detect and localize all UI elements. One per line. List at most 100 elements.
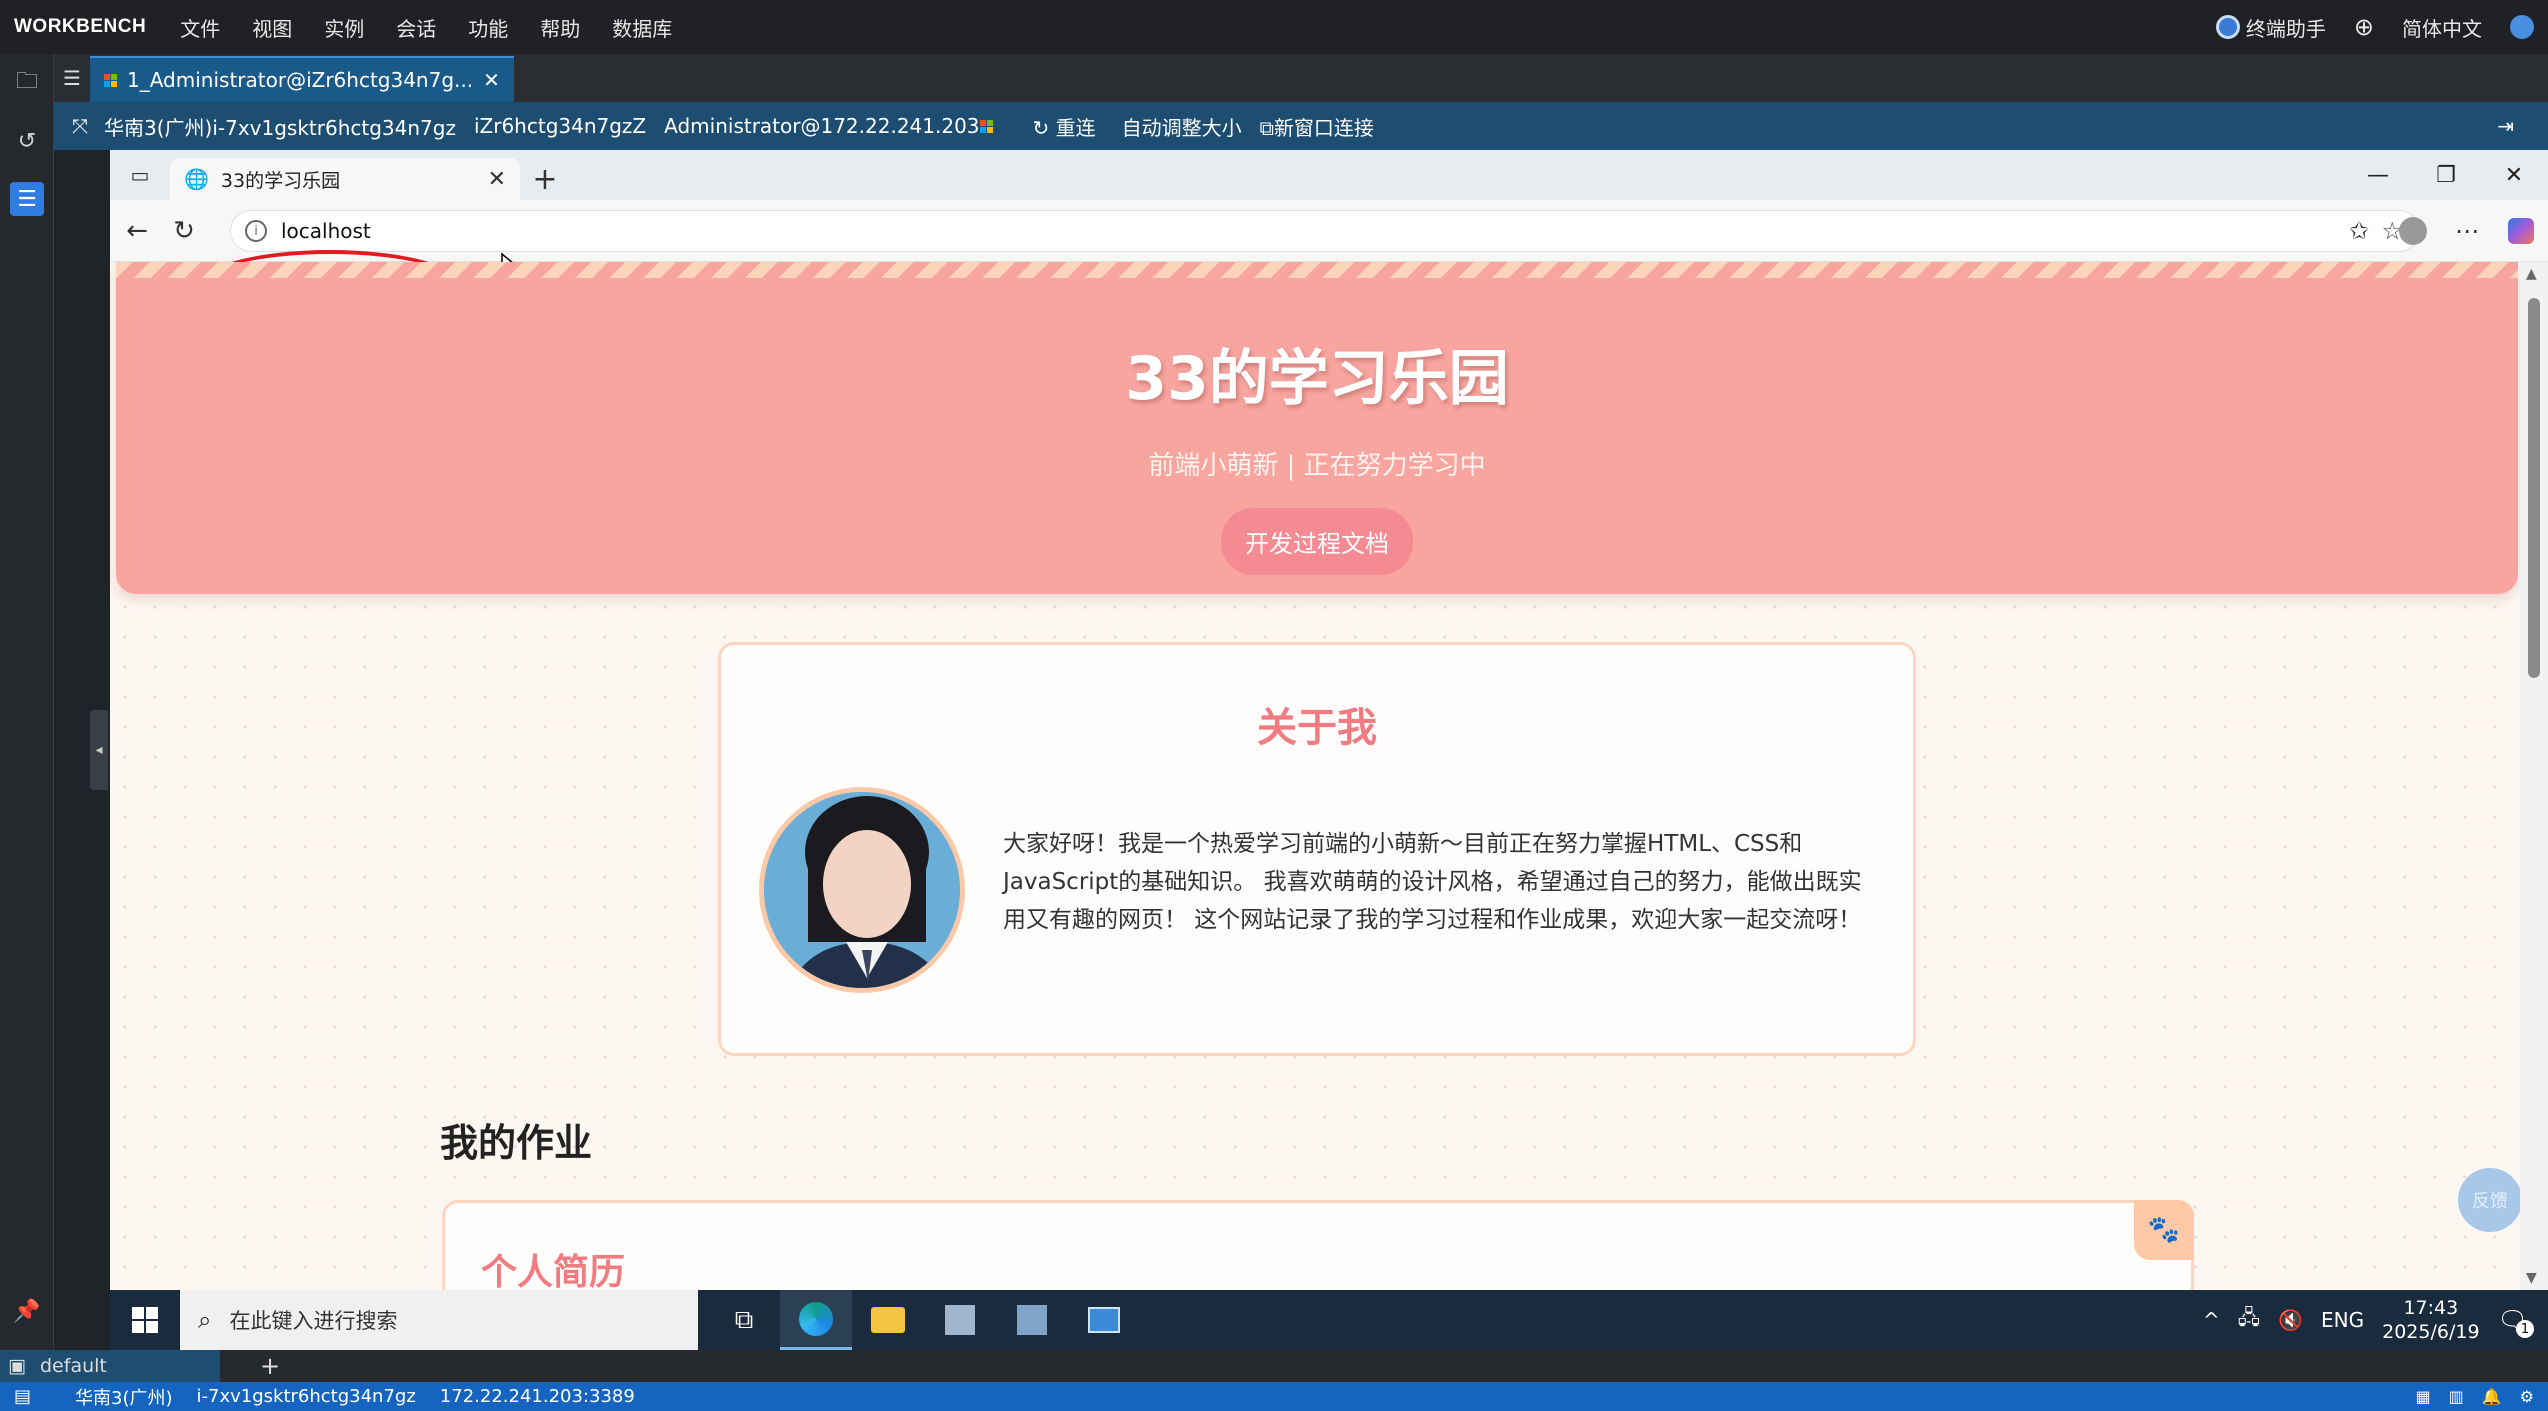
workspace-bar: ▣ default + <box>0 1350 2548 1382</box>
card-title: 个人简历 <box>481 1252 626 1290</box>
close-window-icon[interactable]: ✕ <box>2480 150 2548 200</box>
taskbar-apps: ⧉ <box>708 1290 1140 1350</box>
monitor-icon: ▤ <box>14 1386 32 1407</box>
reconnect-button[interactable]: ↻ 重连 <box>1033 112 1096 141</box>
menu-help[interactable]: 帮助 <box>524 13 596 42</box>
scroll-up-icon[interactable]: ▲ <box>2526 266 2537 282</box>
robot-icon <box>2215 15 2240 39</box>
feedback-button[interactable]: 反馈 <box>2458 1168 2520 1232</box>
grid-icon[interactable]: ▦ <box>2415 1387 2430 1406</box>
menu-instance[interactable]: 实例 <box>308 13 380 42</box>
system-tray: ^ 🖧 🔇 ENG 17:43 2025/6/19 🗨 1 <box>2203 1290 2534 1350</box>
notification-button[interactable]: 🗨 1 <box>2498 1306 2534 1338</box>
new-window-label: 新窗口连接 <box>1273 115 1374 140</box>
language-indicator[interactable]: ENG <box>2321 1308 2364 1332</box>
refresh-button[interactable]: ↻ <box>164 200 204 262</box>
about-card: 关于我 大家好呀！我是一个热爱学习前端的小萌新～目前正在努力掌握HTML、CSS… <box>718 642 1916 1056</box>
chevron-up-icon[interactable]: ^ <box>2203 1308 2220 1332</box>
browser-tab[interactable]: 🌐 33的学习乐园 ✕ <box>170 158 520 200</box>
browser-tab-strip: ▭ 🌐 33的学习乐园 ✕ + — ❐ ✕ <box>110 150 2548 200</box>
hostname: iZr6hctg34n7gzZ <box>473 114 647 138</box>
new-window-button[interactable]: ⧉新窗口连接 <box>1260 112 1374 141</box>
language-label: 简体中文 <box>2402 16 2482 41</box>
back-button[interactable]: ← <box>110 200 164 262</box>
assistant-button[interactable]: 终端助手 <box>2215 13 2326 42</box>
minimize-icon[interactable]: — <box>2344 150 2412 200</box>
favorites-icon[interactable]: ✩ <box>2332 217 2386 245</box>
network-icon[interactable]: 🖧 <box>2238 1303 2260 1337</box>
doc-button[interactable]: 开发过程文档 <box>1221 508 1413 575</box>
menubar-right: 终端助手 ⊕ 简体中文 <box>2215 0 2534 54</box>
rail-pin[interactable]: 📌 <box>0 1282 54 1340</box>
rail-sessions[interactable]: ☰ <box>0 170 54 228</box>
bell-icon[interactable]: 🔔 <box>2482 1387 2502 1406</box>
rail-history[interactable]: ↺ <box>0 112 54 170</box>
restore-icon[interactable]: ❐ <box>2412 150 2480 200</box>
edge-app[interactable] <box>780 1290 852 1350</box>
fullscreen-icon[interactable]: ⤧ <box>72 114 88 138</box>
taskbar-search[interactable]: ⌕ 在此键入进行搜索 <box>180 1290 698 1350</box>
main-menu: 文件 视图 实例 会话 功能 帮助 数据库 <box>164 13 688 42</box>
add-button[interactable]: ⊕ <box>2354 13 2374 41</box>
menu-function[interactable]: 功能 <box>452 13 524 42</box>
about-text: 大家好呀！我是一个热爱学习前端的小萌新～目前正在努力掌握HTML、CSS和Jav… <box>1003 831 1862 933</box>
layout-icon[interactable]: ▥ <box>2449 1387 2464 1406</box>
menu-session[interactable]: 会话 <box>380 13 452 42</box>
language-select[interactable]: 简体中文 <box>2402 13 2482 42</box>
explorer-app[interactable] <box>852 1290 924 1350</box>
tab-list-button[interactable]: ☰ <box>54 54 90 102</box>
about-title: 关于我 <box>1257 705 1377 751</box>
tab-actions-button[interactable]: ▭ <box>110 150 170 200</box>
plus-circle-icon: ⊕ <box>2353 13 2374 41</box>
window-controls: — ❐ ✕ <box>2344 150 2548 200</box>
hero-title: 33的学习乐园 <box>1125 344 1509 414</box>
new-tab-button[interactable]: + <box>520 158 570 200</box>
session-tab[interactable]: 1_Administrator@iZr6hctg34n7g... ✕ <box>90 56 514 102</box>
profile-icon[interactable] <box>2386 217 2440 245</box>
menu-file[interactable]: 文件 <box>164 13 236 42</box>
rail-files[interactable]: 🗀 <box>0 54 54 112</box>
menu-database[interactable]: 数据库 <box>596 13 688 42</box>
more-icon[interactable]: ⋯ <box>2440 217 2494 245</box>
homework-title: 我的作业 <box>440 1121 593 1165</box>
chevron-left-icon: ◂ <box>95 742 103 758</box>
status-address: 172.22.241.203:3389 <box>439 1386 635 1407</box>
exit-icon[interactable]: ⇥ <box>2497 114 2514 138</box>
auto-resize-button[interactable]: 自动调整大小 <box>1122 112 1242 141</box>
user-host: Administrator@172.22.241.203 <box>664 114 980 138</box>
add-workspace-button[interactable]: + <box>260 1352 280 1380</box>
close-tab-icon[interactable]: ✕ <box>488 167 506 192</box>
copilot-icon[interactable] <box>2494 218 2548 244</box>
tools-app[interactable] <box>996 1290 1068 1350</box>
web-page: 33的学习乐园 前端小萌新 | 正在努力学习中 开发过程文档 关于我 大家好呀！… <box>110 262 2520 1290</box>
session-tab-bar: ☰ 1_Administrator@iZr6hctg34n7g... ✕ <box>54 54 2548 102</box>
page-scrollbar[interactable]: ▲ ▼ <box>2520 262 2548 1290</box>
avatar <box>759 787 965 993</box>
start-button[interactable] <box>110 1290 180 1350</box>
scroll-down-icon[interactable]: ▼ <box>2526 1270 2537 1286</box>
refresh-icon: ↻ <box>173 215 195 246</box>
clock[interactable]: 17:43 2025/6/19 <box>2382 1296 2479 1344</box>
url-bar[interactable]: i localhost ☆ <box>230 210 2420 252</box>
close-icon[interactable]: ✕ <box>483 68 500 92</box>
collapse-handle[interactable]: ◂ <box>90 710 108 790</box>
hero-stripe <box>116 262 2518 278</box>
edge-browser-window: ▭ 🌐 33的学习乐园 ✕ + — ❐ ✕ ← ↻ i localhost ☆ … <box>110 150 2548 1290</box>
terminal-icon: ▣ <box>8 1355 26 1377</box>
homework-card[interactable]: 个人简历 🐾 <box>442 1200 2194 1290</box>
server-manager-app[interactable] <box>924 1290 996 1350</box>
workspace-tab[interactable]: default <box>0 1350 220 1382</box>
connection-bar: ⤧ 华南3(广州)i-7xv1gsktr6hctg34n7gz iZr6hctg… <box>54 102 2548 150</box>
app-brand: WORKBENCH <box>14 16 147 37</box>
user-avatar-button[interactable] <box>2510 15 2534 39</box>
hero-banner: 33的学习乐园 前端小萌新 | 正在努力学习中 开发过程文档 <box>116 262 2518 594</box>
scroll-thumb[interactable] <box>2528 298 2540 678</box>
menu-view[interactable]: 视图 <box>236 13 308 42</box>
settings-icon[interactable]: ⚙ <box>2520 1387 2534 1406</box>
menu-list-icon: ☰ <box>63 66 81 90</box>
workspace-tab-label: default <box>40 1355 107 1377</box>
remote-app[interactable] <box>1068 1290 1140 1350</box>
info-icon[interactable]: i <box>245 220 267 242</box>
task-view-button[interactable]: ⧉ <box>708 1290 780 1350</box>
volume-muted-icon[interactable]: 🔇 <box>2278 1308 2303 1332</box>
